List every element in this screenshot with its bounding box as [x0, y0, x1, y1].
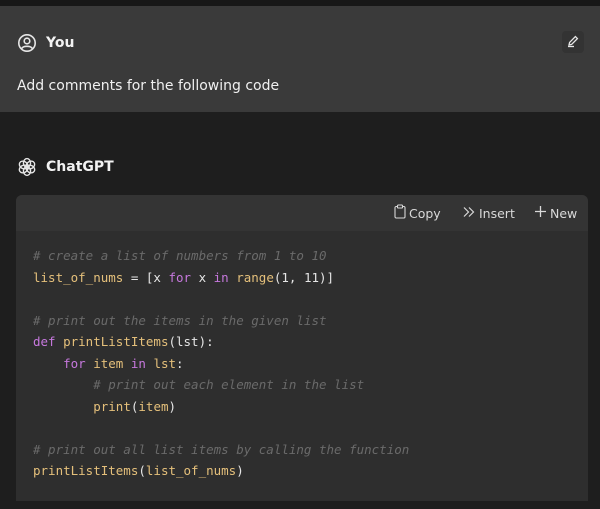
insert-label: Insert: [479, 205, 515, 221]
code-text: # create a list of numbers from 1 to 10 …: [33, 245, 409, 482]
copy-button[interactable]: Copy: [394, 204, 441, 222]
code-line: def printListItems(lst):: [33, 334, 214, 349]
chatgpt-logo-icon: [17, 157, 37, 177]
assistant-message-header: ChatGPT: [17, 157, 114, 177]
code-line: list_of_nums = [x for x in range(1, 11)]: [33, 269, 335, 285]
code-body[interactable]: # create a list of numbers from 1 to 10 …: [16, 231, 588, 501]
clipboard-icon: [394, 204, 409, 222]
code-line: print(item): [93, 398, 177, 414]
code-line: # create a list of numbers from 1 to 10: [33, 248, 327, 263]
code-line: # print out the items in the given list: [33, 312, 327, 328]
edit-icon: [566, 33, 580, 52]
user-message-text: Add comments for the following code: [17, 78, 280, 94]
new-label: New: [550, 205, 578, 221]
edit-message-button[interactable]: [562, 31, 584, 53]
new-button[interactable]: New: [534, 204, 577, 222]
user-message: You Add comments for the following code: [0, 6, 600, 112]
code-line: printListItems(list_of_nums): [33, 463, 244, 478]
double-chevron-right-icon: [462, 206, 479, 221]
plus-icon: [534, 205, 550, 221]
code-line: # print out all list items by calling th…: [33, 441, 410, 457]
assistant-name: ChatGPT: [46, 159, 114, 175]
user-avatar-icon: [17, 33, 37, 53]
code-line: # print out each element in the list: [93, 377, 365, 392]
user-name: You: [46, 35, 75, 51]
code-block: Copy Insert New # create a list of numbe…: [16, 195, 588, 501]
copy-label: Copy: [409, 205, 441, 221]
insert-button[interactable]: Insert: [462, 204, 515, 222]
code-line: for item in lst:: [63, 355, 184, 371]
user-message-header: You: [17, 33, 74, 53]
code-toolbar: Copy Insert New: [16, 195, 588, 231]
